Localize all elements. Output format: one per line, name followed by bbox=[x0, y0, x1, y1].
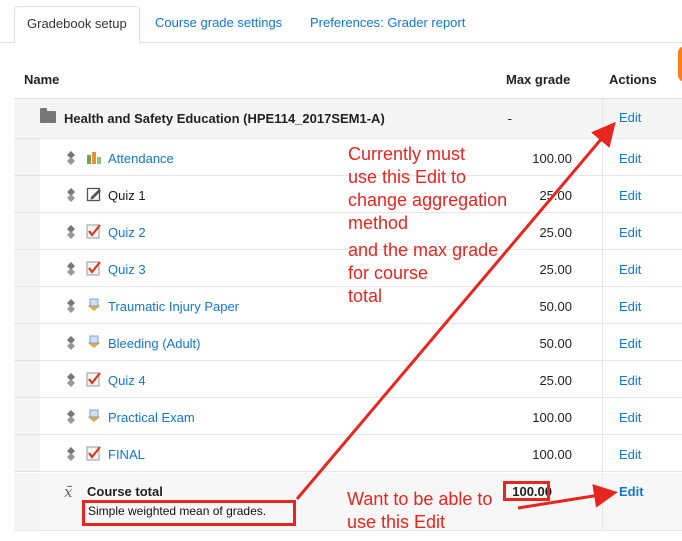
annotation-line: and the max grade bbox=[348, 240, 499, 260]
arrow-to-total-edit bbox=[517, 484, 618, 510]
annotation-line: use this Edit to bbox=[348, 167, 467, 187]
annotation-line: Currently must bbox=[348, 144, 466, 164]
annotation-line: change aggregation bbox=[348, 190, 508, 210]
annotation-top: Currently must use this Edit to change a… bbox=[348, 143, 507, 308]
annotation-line: use this Edit bbox=[347, 512, 446, 532]
annotation-line: total bbox=[348, 286, 383, 306]
annotation-bottom: Want to be able to use this Edit bbox=[347, 488, 492, 534]
annotation-line: method bbox=[348, 213, 409, 233]
annotation-arrows bbox=[295, 121, 618, 510]
annotation-line: for course bbox=[348, 263, 429, 283]
annotation-line: Want to be able to bbox=[347, 489, 493, 509]
